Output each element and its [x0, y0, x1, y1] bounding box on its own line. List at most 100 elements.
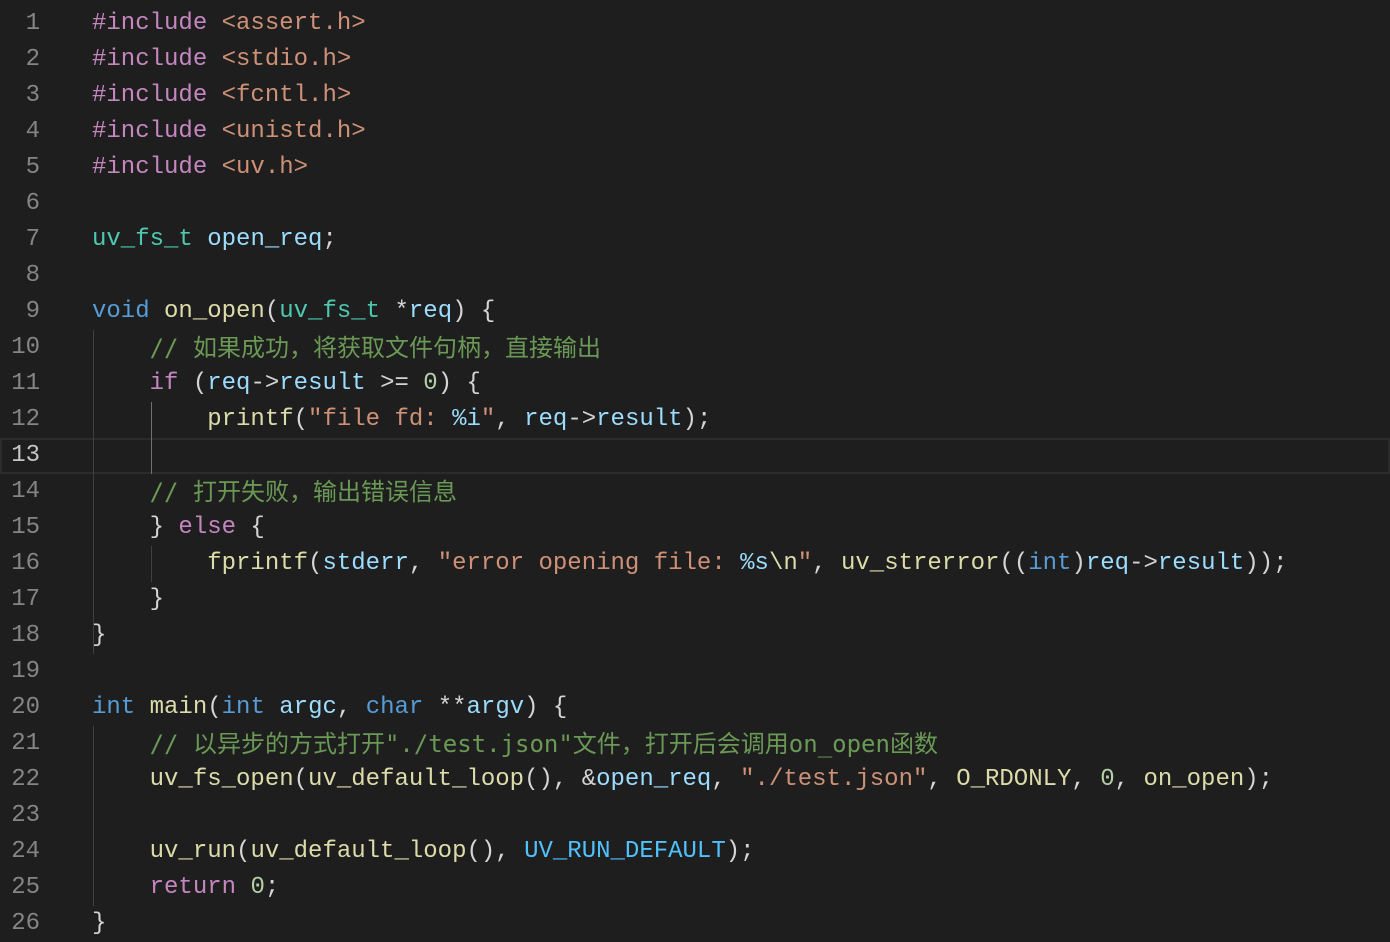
code-token: ((	[999, 550, 1029, 577]
code-text[interactable]: }	[92, 582, 164, 618]
line-number: 6	[25, 190, 40, 217]
code-token: else	[178, 514, 237, 541]
code-token: uv_strerror	[840, 550, 1000, 577]
code-line[interactable]: 16 fprintf(stderr, "error opening file: …	[0, 546, 1390, 582]
code-text[interactable]: if (req->result >= 0) {	[92, 366, 481, 402]
code-line[interactable]: 6	[0, 186, 1390, 222]
code-line[interactable]: 17 }	[0, 582, 1390, 618]
code-line[interactable]: 8	[0, 258, 1390, 294]
code-token: (), &	[524, 766, 597, 793]
code-editor[interactable]: 1 #include <assert.h> 2 #include <stdio.h> 3…	[0, 0, 1390, 942]
code-token: ,	[408, 550, 438, 577]
code-text[interactable]: #include <stdio.h>	[92, 42, 351, 78]
code-token: int	[1028, 550, 1072, 577]
code-text[interactable]: int main(int argc, char **argv) {	[92, 690, 567, 726]
code-line[interactable]: 10 // 如果成功，将获取文件句柄，直接输出	[0, 330, 1390, 366]
code-token: "file fd:	[308, 406, 453, 433]
code-token: ->	[1129, 550, 1158, 577]
code-token: ) {	[524, 694, 568, 721]
code-line[interactable]: 14 // 打开失败，输出错误信息	[0, 474, 1390, 510]
code-token: ,	[495, 406, 525, 433]
line-number: 3	[25, 82, 40, 109]
code-token: (	[293, 766, 309, 793]
code-token: int	[92, 694, 136, 721]
indent-guide	[93, 726, 94, 906]
code-text[interactable]: #include <uv.h>	[92, 150, 308, 186]
code-token: ->	[567, 406, 597, 433]
code-token: (),	[466, 838, 525, 865]
code-text[interactable]: printf("file fd: %i", req->result);	[92, 402, 711, 438]
code-line[interactable]: 4 #include <unistd.h>	[0, 114, 1390, 150]
code-token: );	[725, 838, 755, 865]
code-token: <unistd.h>	[221, 118, 366, 145]
code-token: char	[365, 694, 424, 721]
code-line[interactable]: 19	[0, 654, 1390, 690]
code-token: (	[264, 298, 280, 325]
code-token: 0	[1100, 766, 1115, 793]
code-token: uv_run	[149, 838, 237, 865]
code-line[interactable]: 23	[0, 798, 1390, 834]
code-token: fprintf	[207, 550, 309, 577]
code-line[interactable]: 24 uv_run(uv_default_loop(), UV_RUN_DEFA…	[0, 834, 1390, 870]
code-line[interactable]: 1 #include <assert.h>	[0, 6, 1390, 42]
line-number: 22	[11, 766, 40, 793]
code-line[interactable]: 26}	[0, 906, 1390, 942]
code-line[interactable]: 22 uv_fs_open(uv_default_loop(), &open_r…	[0, 762, 1390, 798]
code-token: open_req	[207, 226, 323, 253]
code-text[interactable]: void on_open(uv_fs_t *req) {	[92, 294, 495, 330]
code-line[interactable]: 5 #include <uv.h>	[0, 150, 1390, 186]
code-token: int	[221, 694, 265, 721]
code-token: "	[480, 406, 496, 433]
line-number: 2	[25, 46, 40, 73]
code-line[interactable]: 13	[0, 438, 1390, 474]
code-line[interactable]: 9 void on_open(uv_fs_t *req) {	[0, 294, 1390, 330]
code-line[interactable]: 18}	[0, 618, 1390, 654]
code-line[interactable]: 25 return 0;	[0, 870, 1390, 906]
code-line[interactable]: 12 printf("file fd: %i", req->result);	[0, 402, 1390, 438]
code-token: 0	[250, 874, 265, 901]
code-text[interactable]: // 打开失败，输出错误信息	[92, 474, 457, 510]
code-text[interactable]: return 0;	[92, 870, 280, 906]
line-number: 26	[11, 910, 40, 937]
indent-guide	[93, 330, 94, 654]
code-token: #include	[92, 10, 222, 37]
code-text[interactable]: uv_fs_open(uv_default_loop(), &open_req,…	[92, 762, 1273, 798]
code-text[interactable]: }	[92, 906, 106, 942]
code-text[interactable]: }	[92, 618, 106, 654]
code-line[interactable]: 15 } else {	[0, 510, 1390, 546]
code-token: req	[408, 298, 453, 325]
code-line[interactable]: 3 #include <fcntl.h>	[0, 78, 1390, 114]
code-token: // 如果成功，将获取文件句柄，直接输出	[149, 334, 601, 362]
code-text[interactable]: uv_fs_t open_req;	[92, 222, 337, 258]
code-text[interactable]: #include <unistd.h>	[92, 114, 366, 150]
code-text[interactable]: fprintf(stderr, "error opening file: %s\…	[92, 546, 1288, 582]
code-line[interactable]: 21 // 以异步的方式打开"./test.json"文件，打开后会调用on_o…	[0, 726, 1390, 762]
code-text[interactable]: // 以异步的方式打开"./test.json"文件，打开后会调用on_open…	[92, 726, 938, 762]
code-token: result	[596, 406, 683, 433]
code-text[interactable]: uv_run(uv_default_loop(), UV_RUN_DEFAULT…	[92, 834, 755, 870]
code-token: \n	[768, 550, 798, 577]
code-line[interactable]: 2 #include <stdio.h>	[0, 42, 1390, 78]
code-line[interactable]: 20 int main(int argc, char **argv) {	[0, 690, 1390, 726]
code-text[interactable]: } else {	[92, 510, 265, 546]
code-token: 0	[423, 370, 438, 397]
code-token: O_RDONLY	[956, 766, 1072, 793]
code-token: // 打开失败，输出错误信息	[149, 478, 457, 506]
code-line[interactable]: 11 if (req->result >= 0) {	[0, 366, 1390, 402]
code-token: );	[1244, 766, 1274, 793]
code-token: ));	[1244, 550, 1288, 577]
code-token: // 以异步的方式打开"./test.json"文件，打开后会调用on_open…	[149, 730, 938, 758]
code-text[interactable]: #include <fcntl.h>	[92, 78, 351, 114]
code-text[interactable]: #include <assert.h>	[92, 6, 366, 42]
code-token: req	[524, 406, 568, 433]
code-token: "error opening file:	[437, 550, 741, 577]
code-line[interactable]: 7 uv_fs_t open_req;	[0, 222, 1390, 258]
code-text[interactable]: // 如果成功，将获取文件句柄，直接输出	[92, 330, 601, 366]
code-token: void	[92, 298, 150, 325]
line-number: 7	[25, 226, 40, 253]
